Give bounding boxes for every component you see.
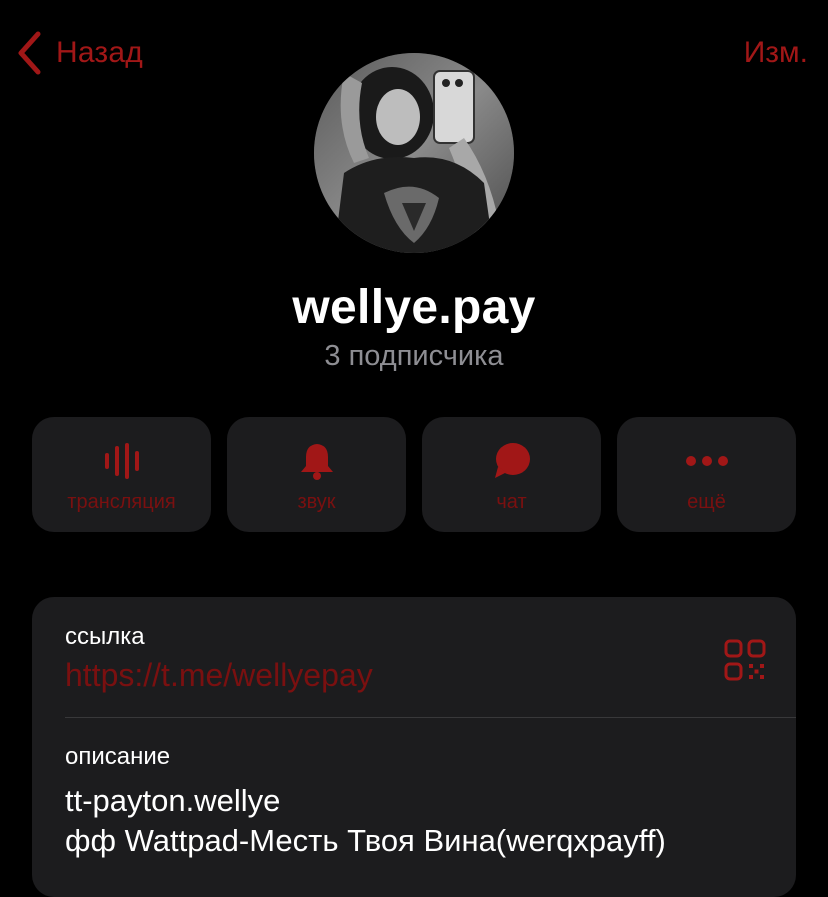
more-dots-icon (685, 456, 728, 466)
edit-button[interactable]: Изм. (744, 30, 808, 76)
more-button[interactable]: ещё (617, 417, 796, 532)
qr-code-icon (724, 639, 766, 681)
channel-link[interactable]: https://t.me/wellyepay (65, 657, 373, 694)
action-bar: трансляция звук чат ещё (32, 417, 796, 532)
bell-icon (300, 444, 333, 480)
back-label: Назад (56, 36, 143, 69)
description-caption: описание (65, 743, 171, 770)
sound-button[interactable]: звук (227, 417, 406, 532)
subscriber-count: 3 подписчика (324, 340, 504, 372)
divider (65, 717, 796, 718)
back-button[interactable]: Назад (16, 30, 143, 76)
info-card: ссылка https://t.me/wellyepay описание t… (32, 597, 796, 897)
avatar[interactable] (314, 53, 514, 253)
description-line: tt-payton.wellye (65, 783, 281, 818)
qr-code-button[interactable] (724, 639, 766, 681)
chevron-left-icon (16, 30, 42, 76)
more-label: ещё (687, 491, 726, 513)
chat-bubble-icon (494, 443, 530, 478)
channel-name: wellye.pay (292, 281, 536, 334)
chat-label: чат (496, 491, 527, 513)
avatar-photo (314, 53, 514, 253)
waveform-icon (104, 443, 139, 479)
description-line: фф Wattpad-Месть Твоя Вина(werqxpayff) (65, 823, 666, 858)
broadcast-button[interactable]: трансляция (32, 417, 211, 532)
link-caption: ссылка (65, 623, 145, 650)
sound-label: звук (297, 491, 336, 513)
broadcast-label: трансляция (67, 491, 176, 513)
chat-button[interactable]: чат (422, 417, 601, 532)
